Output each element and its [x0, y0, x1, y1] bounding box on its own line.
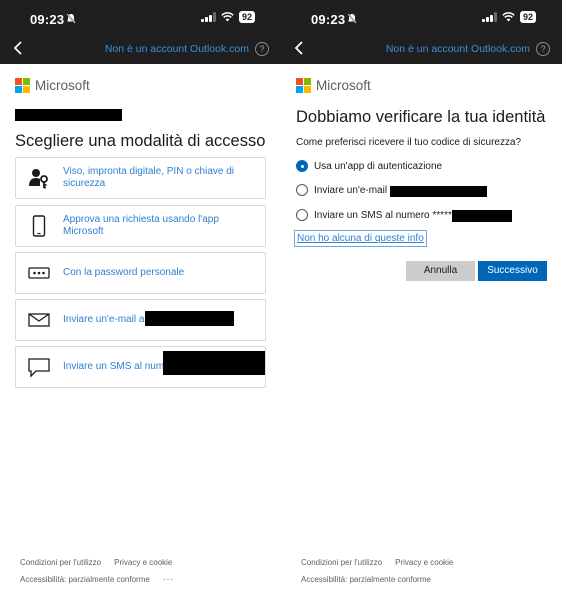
choice-authenticator-app[interactable]: Usa un'app di autenticazione: [296, 160, 442, 172]
battery-indicator: 92: [238, 11, 255, 23]
none-of-these-link[interactable]: Non ho alcuna di queste info: [294, 230, 427, 247]
help-icon[interactable]: ?: [536, 42, 550, 56]
microsoft-squares-icon: [15, 78, 30, 93]
help-icon[interactable]: ?: [255, 42, 269, 56]
option-label: Approva una richiesta usando l'app Micro…: [63, 214, 219, 237]
redacted-phone: [163, 351, 265, 375]
status-time: 09:23: [311, 12, 346, 27]
status-icons: 92: [482, 11, 536, 23]
next-button[interactable]: Successivo: [478, 261, 547, 281]
microsoft-logo: Microsoft: [296, 78, 371, 93]
back-arrow-icon[interactable]: [12, 40, 24, 56]
phone-icon: [32, 215, 46, 237]
radio-button[interactable]: [296, 160, 308, 172]
status-time: 09:23: [30, 12, 65, 27]
choice-label: Usa un'app di autenticazione: [314, 160, 443, 172]
footer-links: Condizioni per l'utilizzo Privacy e cook…: [301, 558, 453, 567]
footer-links-2: Accessibilità: parzialmente conforme: [301, 575, 431, 584]
left-panel: 09:23 92 Non è un account Outlook.com ? …: [0, 0, 281, 610]
signin-option-approve-app[interactable]: Approva una richiesta usando l'app Micro…: [15, 205, 266, 247]
signal-icon: [482, 12, 497, 22]
brand-name: Microsoft: [35, 78, 90, 93]
radio-button[interactable]: [296, 184, 308, 196]
redacted-email: [145, 311, 234, 326]
privacy-link[interactable]: Privacy e cookie: [114, 558, 172, 567]
choice-label: Inviare un'e-mail a: [314, 184, 396, 196]
page-title: Dobbiamo verificare la tua identità: [296, 108, 546, 126]
brand-name: Microsoft: [316, 78, 371, 93]
not-outlook-account-link[interactable]: Non è un account Outlook.com: [386, 43, 530, 55]
top-bar: 09:23 92 Non è un account Outlook.com ?: [0, 0, 281, 64]
redacted-phone: [452, 210, 512, 222]
redacted-account: [15, 109, 122, 121]
option-label: Viso, impronta digitale, PIN o chiave di…: [63, 166, 235, 189]
back-arrow-icon[interactable]: [293, 40, 305, 56]
choice-sms[interactable]: Inviare un SMS al numero ******: [296, 209, 456, 221]
accessibility-link[interactable]: Accessibilità: parzialmente conforme: [20, 575, 150, 584]
bell-muted-icon: [66, 13, 76, 24]
accessibility-link[interactable]: Accessibilità: parzialmente conforme: [301, 575, 431, 584]
signin-option-biometric[interactable]: Viso, impronta digitale, PIN o chiave di…: [15, 157, 266, 199]
battery-indicator: 92: [519, 11, 536, 23]
mail-icon: [28, 313, 50, 327]
choice-email[interactable]: Inviare un'e-mail a: [296, 184, 395, 196]
page-title: Scegliere una modalità di accesso: [15, 132, 266, 150]
redacted-email: [390, 186, 487, 197]
not-outlook-account-link[interactable]: Non è un account Outlook.com: [105, 43, 249, 55]
wifi-icon: [502, 12, 515, 22]
footer-links: Condizioni per l'utilizzo Privacy e cook…: [20, 558, 172, 567]
fingerprint-key-icon: [29, 169, 48, 189]
status-icons: 92: [201, 11, 255, 23]
radio-button[interactable]: [296, 209, 308, 221]
bell-muted-icon: [347, 13, 357, 24]
signin-option-password[interactable]: Con la password personale: [15, 252, 266, 294]
microsoft-squares-icon: [296, 78, 311, 93]
security-code-question: Come preferisci ricevere il tuo codice d…: [296, 137, 522, 148]
option-label: Con la password personale: [63, 267, 185, 278]
wifi-icon: [221, 12, 234, 22]
terms-link[interactable]: Condizioni per l'utilizzo: [20, 558, 101, 567]
microsoft-logo: Microsoft: [15, 78, 90, 93]
choice-label: Inviare un SMS al numero ******: [314, 209, 456, 221]
signal-icon: [201, 12, 216, 22]
sms-icon: [28, 358, 50, 378]
footer-links-2: Accessibilità: parzialmente conforme ...: [20, 572, 174, 584]
right-panel: 09:23 92 Non è un account Outlook.com ? …: [281, 0, 562, 610]
privacy-link[interactable]: Privacy e cookie: [395, 558, 453, 567]
terms-link[interactable]: Condizioni per l'utilizzo: [301, 558, 382, 567]
cancel-button[interactable]: Annulla: [406, 261, 475, 281]
more-options-icon[interactable]: ...: [163, 572, 174, 584]
password-icon: [28, 267, 50, 279]
top-bar: 09:23 92 Non è un account Outlook.com ?: [281, 0, 562, 64]
